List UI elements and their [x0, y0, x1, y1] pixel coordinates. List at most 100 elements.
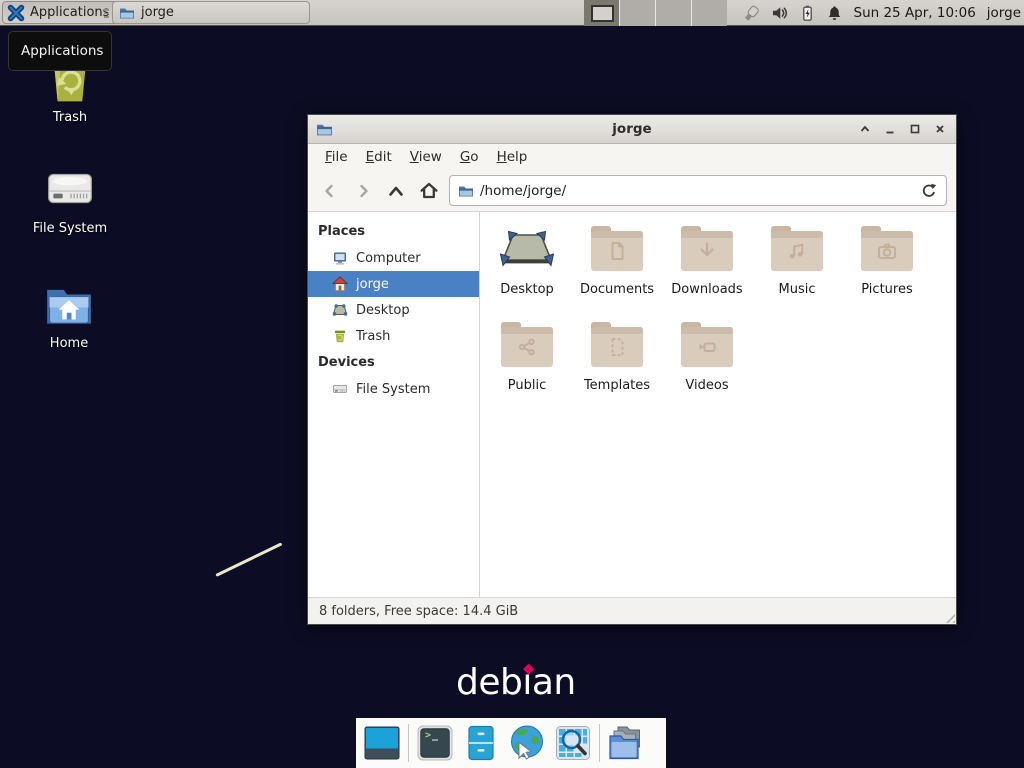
file-item-pictures[interactable]: Pictures	[842, 225, 932, 321]
file-label: Public	[508, 378, 546, 393]
up-button[interactable]	[383, 178, 409, 204]
file-label: Videos	[685, 378, 728, 393]
hard-drive-icon	[332, 381, 348, 397]
path-input[interactable]	[480, 183, 914, 199]
statusbar-text: 8 folders, Free space: 14.4 GiB	[319, 604, 518, 619]
desktop-icon-label: File System	[33, 221, 107, 236]
file-item-music[interactable]: Music	[752, 225, 842, 321]
brand-text: deb	[456, 662, 522, 703]
applications-tooltip: Applications	[8, 31, 112, 71]
sidebar-item-label: File System	[356, 382, 430, 397]
file-label: Templates	[584, 378, 650, 393]
dock-separator	[408, 724, 409, 762]
sidebar-item-file-system[interactable]: File System	[308, 376, 479, 402]
folder-templates-icon	[591, 327, 643, 367]
brand-text: an	[532, 662, 576, 703]
close-button[interactable]	[932, 121, 948, 137]
menu-go[interactable]: Go	[451, 146, 488, 168]
sidebar-item-label: Trash	[356, 329, 390, 344]
battery-charging-icon[interactable]	[799, 4, 816, 22]
wallpaper-line-art	[215, 542, 282, 576]
statusbar: 8 folders, Free space: 14.4 GiB	[308, 597, 956, 624]
hard-drive-icon	[44, 163, 96, 215]
volume-icon[interactable]	[771, 4, 789, 22]
applications-menu-icon	[7, 4, 25, 22]
workspace-1[interactable]	[584, 0, 619, 26]
applications-menu-button[interactable]: Applications	[2, 1, 118, 24]
session-user-menu[interactable]: jorge	[987, 5, 1021, 21]
menu-help[interactable]: Help	[488, 146, 537, 168]
applications-tooltip-text: Applications	[21, 43, 103, 59]
sidebar-item-label: Computer	[356, 251, 421, 266]
folder-public-icon	[501, 327, 553, 367]
workspace-pager[interactable]	[584, 0, 727, 26]
file-grid: Desktop Documents Downloads	[480, 212, 956, 597]
web-browser-icon	[507, 723, 547, 763]
directory-menu-launcher[interactable]	[606, 723, 646, 763]
menu-edit[interactable]: Edit	[357, 146, 401, 168]
resize-grip[interactable]	[942, 610, 955, 623]
panel-clock[interactable]: Sun 25 Apr, 10:06	[854, 5, 976, 21]
folder-documents-icon	[591, 231, 643, 271]
terminal-prompt-glyph: >_	[425, 731, 439, 741]
sidebar-item-trash[interactable]: Trash	[308, 323, 479, 349]
desktop-icon-file-system[interactable]: File System	[17, 163, 123, 236]
application-finder-icon	[554, 724, 592, 762]
sidebar-header-devices: Devices	[308, 349, 479, 376]
usb-device-icon[interactable]	[742, 4, 761, 23]
home-button[interactable]	[416, 178, 442, 204]
folder-icon	[119, 5, 135, 21]
sidebar-item-jorge[interactable]: jorge	[308, 271, 479, 297]
web-browser-launcher[interactable]	[507, 723, 547, 763]
workspace-4[interactable]	[691, 0, 727, 26]
desktop-icon-home[interactable]: Home	[16, 284, 122, 351]
file-manager-window: jorge File Edit View Go Help	[307, 114, 957, 625]
workspace-window-thumb	[591, 5, 614, 22]
terminal-launcher[interactable]: >_	[415, 723, 455, 763]
folder-downloads-icon	[681, 231, 733, 271]
toolbar	[308, 170, 956, 212]
reload-button[interactable]	[920, 182, 938, 200]
bottom-dock: >_	[356, 718, 666, 768]
show-desktop-icon	[363, 724, 401, 762]
sidebar-item-desktop[interactable]: Desktop	[308, 297, 479, 323]
path-bar[interactable]	[449, 175, 947, 206]
file-label: Documents	[580, 282, 654, 297]
window-titlebar[interactable]: jorge	[308, 115, 956, 144]
shade-button[interactable]	[857, 121, 873, 137]
file-item-public[interactable]: Public	[482, 321, 572, 417]
file-item-templates[interactable]: Templates	[572, 321, 662, 417]
forward-button[interactable]	[350, 178, 376, 204]
maximize-button[interactable]	[907, 121, 923, 137]
folder-videos-icon	[681, 327, 733, 367]
folder-music-icon	[771, 231, 823, 271]
taskbar-window-button[interactable]: jorge	[112, 1, 310, 24]
panel-handle[interactable]	[104, 9, 109, 18]
file-item-desktop[interactable]: Desktop	[482, 225, 572, 321]
workspace-2[interactable]	[619, 0, 655, 26]
path-folder-icon	[458, 183, 474, 199]
sidebar-item-computer[interactable]: Computer	[308, 245, 479, 271]
show-desktop-button[interactable]	[362, 723, 402, 763]
taskbar-window-label: jorge	[141, 5, 174, 20]
file-manager-launcher[interactable]	[461, 723, 501, 763]
computer-icon	[332, 250, 348, 266]
menu-file[interactable]: File	[316, 146, 357, 168]
file-cabinet-icon	[462, 724, 500, 762]
file-label: Pictures	[861, 282, 912, 297]
workspace-3[interactable]	[655, 0, 691, 26]
notifications-bell-icon[interactable]	[826, 4, 843, 22]
menu-view[interactable]: View	[401, 146, 451, 168]
file-item-videos[interactable]: Videos	[662, 321, 752, 417]
folder-pictures-icon	[861, 231, 913, 271]
top-panel: Applications jorge	[0, 0, 1024, 26]
home-icon	[332, 276, 348, 292]
file-item-downloads[interactable]: Downloads	[662, 225, 752, 321]
dock-separator	[599, 724, 600, 762]
menubar: File Edit View Go Help	[308, 144, 956, 170]
application-finder-launcher[interactable]	[553, 723, 593, 763]
trash-icon	[332, 328, 348, 344]
minimize-button[interactable]	[882, 121, 898, 137]
back-button[interactable]	[317, 178, 343, 204]
file-item-documents[interactable]: Documents	[572, 225, 662, 321]
